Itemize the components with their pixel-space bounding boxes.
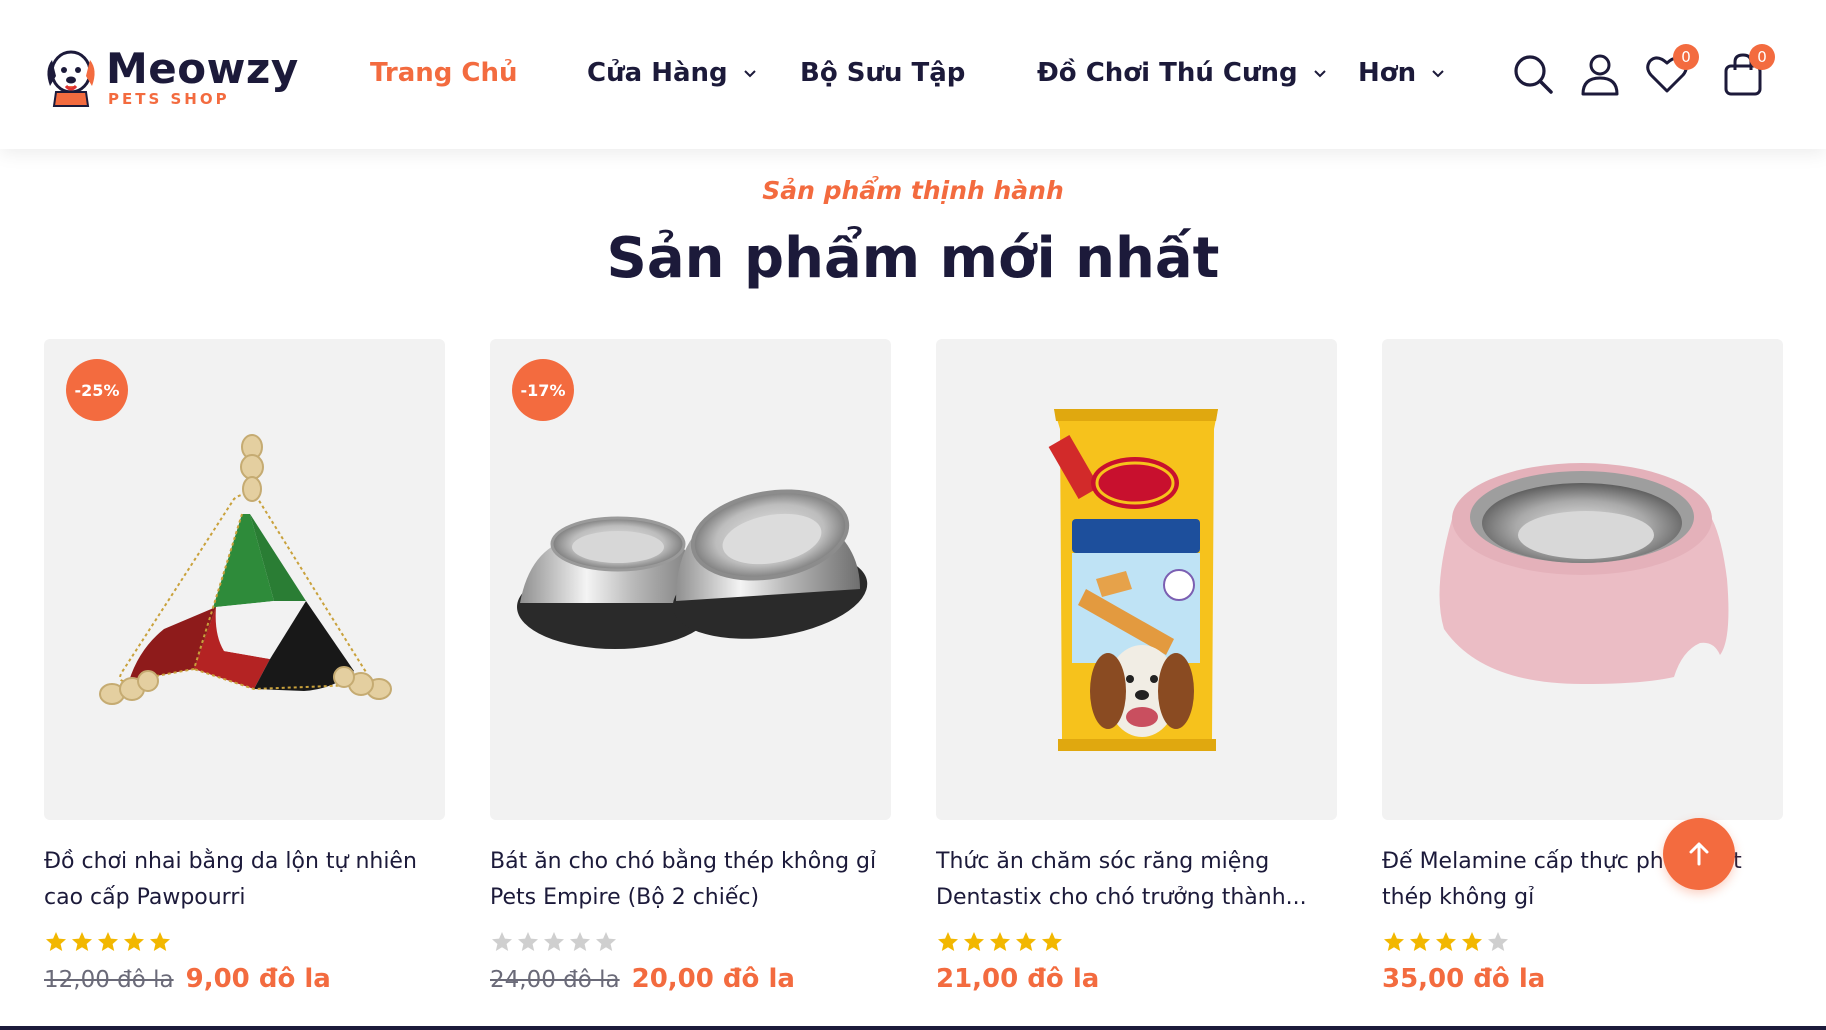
star-icon [1436, 932, 1456, 951]
price-row: 35,00 đô la [1382, 964, 1783, 994]
star-icon [544, 932, 564, 951]
nav-item-label: Đồ Chơi Thú Cưng [1037, 58, 1298, 88]
section-eyebrow: Sản phẩm thịnh hành [762, 176, 1064, 205]
nav-item-home[interactable]: Trang Chủ [370, 58, 518, 88]
nav-item-collection[interactable]: Bộ Sưu Tập [800, 58, 965, 88]
star-icon [570, 932, 590, 951]
back-to-top-button[interactable] [1663, 818, 1735, 890]
nav-item-label: Trang Chủ [370, 58, 518, 88]
wishlist-button[interactable]: 0 [1645, 44, 1699, 96]
old-price: 24,00 đô la [490, 967, 620, 993]
star-icon [596, 932, 616, 951]
chevron-down-icon [743, 70, 756, 78]
product-card[interactable]: -25% Đồ chơi nhai bằng da lộn tự nhiên c… [44, 339, 445, 994]
product-card[interactable]: Đế Melamine cấp thực phẩm bát thép không… [1382, 339, 1783, 994]
wishlist-count-badge: 0 [1673, 44, 1699, 70]
nav-item-pet-toys[interactable]: Đồ Chơi Thú Cưng [1037, 58, 1328, 88]
chevron-down-icon [1432, 70, 1444, 78]
product-card[interactable]: -17% Bát ăn cho chó bằng thép không gỉ P… [490, 339, 891, 994]
price-row: 12,00 đô la 9,00 đô la [44, 964, 445, 994]
cart-count-badge: 0 [1749, 44, 1775, 70]
star-icon [1384, 932, 1404, 951]
rating-stars [490, 930, 891, 954]
dentastix-pack-image [1048, 409, 1218, 751]
sale-price: 20,00 đô la [631, 964, 795, 994]
section-title: Sản phẩm mới nhất [606, 226, 1220, 291]
brand-name: Meowzy [106, 44, 299, 93]
sale-price: 35,00 đô la [1382, 964, 1546, 994]
price-row: 24,00 đô la 20,00 đô la [490, 964, 891, 994]
nav-item-more[interactable]: Hơn [1358, 58, 1446, 88]
product-image[interactable] [936, 339, 1337, 820]
star-icon [1042, 932, 1062, 951]
rating-stars [1382, 930, 1783, 954]
search-icon[interactable] [1511, 52, 1555, 96]
star-icon [518, 932, 538, 951]
star-icon [1016, 932, 1036, 951]
nav-item-shop[interactable]: Cửa Hàng [587, 58, 758, 88]
product-image[interactable] [1382, 339, 1783, 820]
page-bottom-border [0, 1026, 1826, 1030]
star-icon [46, 932, 66, 951]
price-row: 21,00 đô la [936, 964, 1337, 994]
site-header: Meowzy PETS SHOP Trang Chủ Cửa Hàng Bộ S… [0, 0, 1826, 149]
product-name[interactable]: Thức ăn chăm sóc răng miệng Dentastix ch… [936, 844, 1337, 916]
rating-stars [936, 930, 1337, 954]
star-icon [124, 932, 144, 951]
sale-price: 9,00 đô la [185, 964, 331, 994]
dog-logo-icon [47, 50, 95, 107]
star-icon [72, 932, 92, 951]
rating-stars [44, 930, 445, 954]
product-name[interactable]: Đồ chơi nhai bằng da lộn tự nhiên cao cấ… [44, 844, 445, 916]
star-icon [964, 932, 984, 951]
arrow-up-icon [1689, 842, 1709, 866]
star-icon [492, 932, 512, 951]
product-card[interactable]: Thức ăn chăm sóc răng miệng Dentastix ch… [936, 339, 1337, 994]
pink-bowl-image [1439, 463, 1729, 684]
star-icon [1462, 932, 1482, 951]
sale-price: 21,00 đô la [936, 964, 1100, 994]
chevron-down-icon [1313, 70, 1326, 78]
star-icon [1410, 932, 1430, 951]
cart-button[interactable]: 0 [1721, 44, 1775, 96]
discount-badge: -17% [512, 359, 574, 421]
star-icon [990, 932, 1010, 951]
product-image[interactable]: -17% [490, 339, 891, 820]
product-name[interactable]: Bát ăn cho chó bằng thép không gỉ Pets E… [490, 844, 891, 916]
discount-badge: -25% [66, 359, 128, 421]
logo[interactable]: Meowzy PETS SHOP [42, 40, 298, 114]
star-icon [98, 932, 118, 951]
nav-item-label: Bộ Sưu Tập [800, 58, 966, 88]
nav-item-label: Cửa Hàng [587, 58, 728, 88]
old-price: 12,00 đô la [44, 967, 174, 993]
brand-tagline: PETS SHOP [108, 90, 230, 108]
star-icon [1488, 932, 1508, 951]
star-icon [938, 932, 958, 951]
star-icon [150, 932, 170, 951]
product-image[interactable]: -25% [44, 339, 445, 820]
user-icon[interactable] [1578, 52, 1622, 96]
nav-item-label: Hơn [1358, 58, 1417, 88]
